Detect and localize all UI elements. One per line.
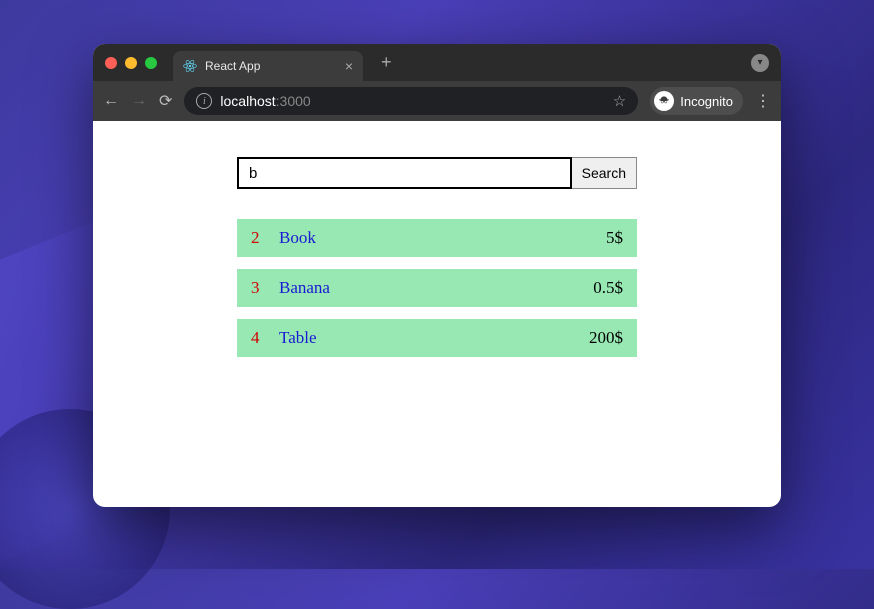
item-name: Banana <box>279 278 593 298</box>
forward-button[interactable]: → <box>131 92 147 110</box>
tabs-dropdown-button[interactable]: ▾ <box>751 54 769 72</box>
minimize-window-button[interactable] <box>125 57 137 69</box>
list-item[interactable]: 4 Table 200$ <box>237 319 637 357</box>
incognito-badge[interactable]: Incognito <box>650 87 743 115</box>
url-host: localhost <box>220 93 275 109</box>
item-id: 4 <box>251 328 279 348</box>
close-window-button[interactable] <box>105 57 117 69</box>
list-item[interactable]: 3 Banana 0.5$ <box>237 269 637 307</box>
incognito-label: Incognito <box>680 94 733 109</box>
maximize-window-button[interactable] <box>145 57 157 69</box>
react-favicon-icon <box>183 59 197 73</box>
list-item[interactable]: 2 Book 5$ <box>237 219 637 257</box>
search-input[interactable] <box>237 157 572 189</box>
browser-menu-button[interactable]: ⋮ <box>755 91 771 111</box>
page-content: Search 2 Book 5$ 3 Banana 0.5$ 4 Table 2… <box>93 121 781 393</box>
url-port: :3000 <box>276 93 311 109</box>
titlebar: React App × + ▾ <box>93 44 781 81</box>
browser-window: React App × + ▾ ← → ⟳ i localhost:3000 ☆… <box>93 44 781 507</box>
item-price: 5$ <box>606 228 623 248</box>
close-tab-button[interactable]: × <box>345 58 353 74</box>
browser-tab[interactable]: React App × <box>173 51 363 81</box>
item-price: 0.5$ <box>593 278 623 298</box>
tab-title: React App <box>205 59 337 73</box>
toolbar: ← → ⟳ i localhost:3000 ☆ Incognito ⋮ <box>93 81 781 121</box>
results-list: 2 Book 5$ 3 Banana 0.5$ 4 Table 200$ <box>237 219 637 357</box>
address-bar[interactable]: i localhost:3000 ☆ <box>184 87 638 115</box>
chevron-down-icon: ▾ <box>757 57 762 68</box>
item-id: 2 <box>251 228 279 248</box>
item-price: 200$ <box>589 328 623 348</box>
url-text: localhost:3000 <box>220 93 310 109</box>
search-button[interactable]: Search <box>572 157 637 189</box>
search-form: Search <box>237 157 637 189</box>
incognito-icon <box>654 91 674 111</box>
item-name: Table <box>279 328 589 348</box>
back-button[interactable]: ← <box>103 92 119 110</box>
reload-button[interactable]: ⟳ <box>159 91 172 111</box>
item-id: 3 <box>251 278 279 298</box>
new-tab-button[interactable]: + <box>381 52 392 73</box>
item-name: Book <box>279 228 606 248</box>
window-controls <box>105 57 157 69</box>
site-info-icon[interactable]: i <box>196 93 212 109</box>
bookmark-star-icon[interactable]: ☆ <box>613 92 626 110</box>
